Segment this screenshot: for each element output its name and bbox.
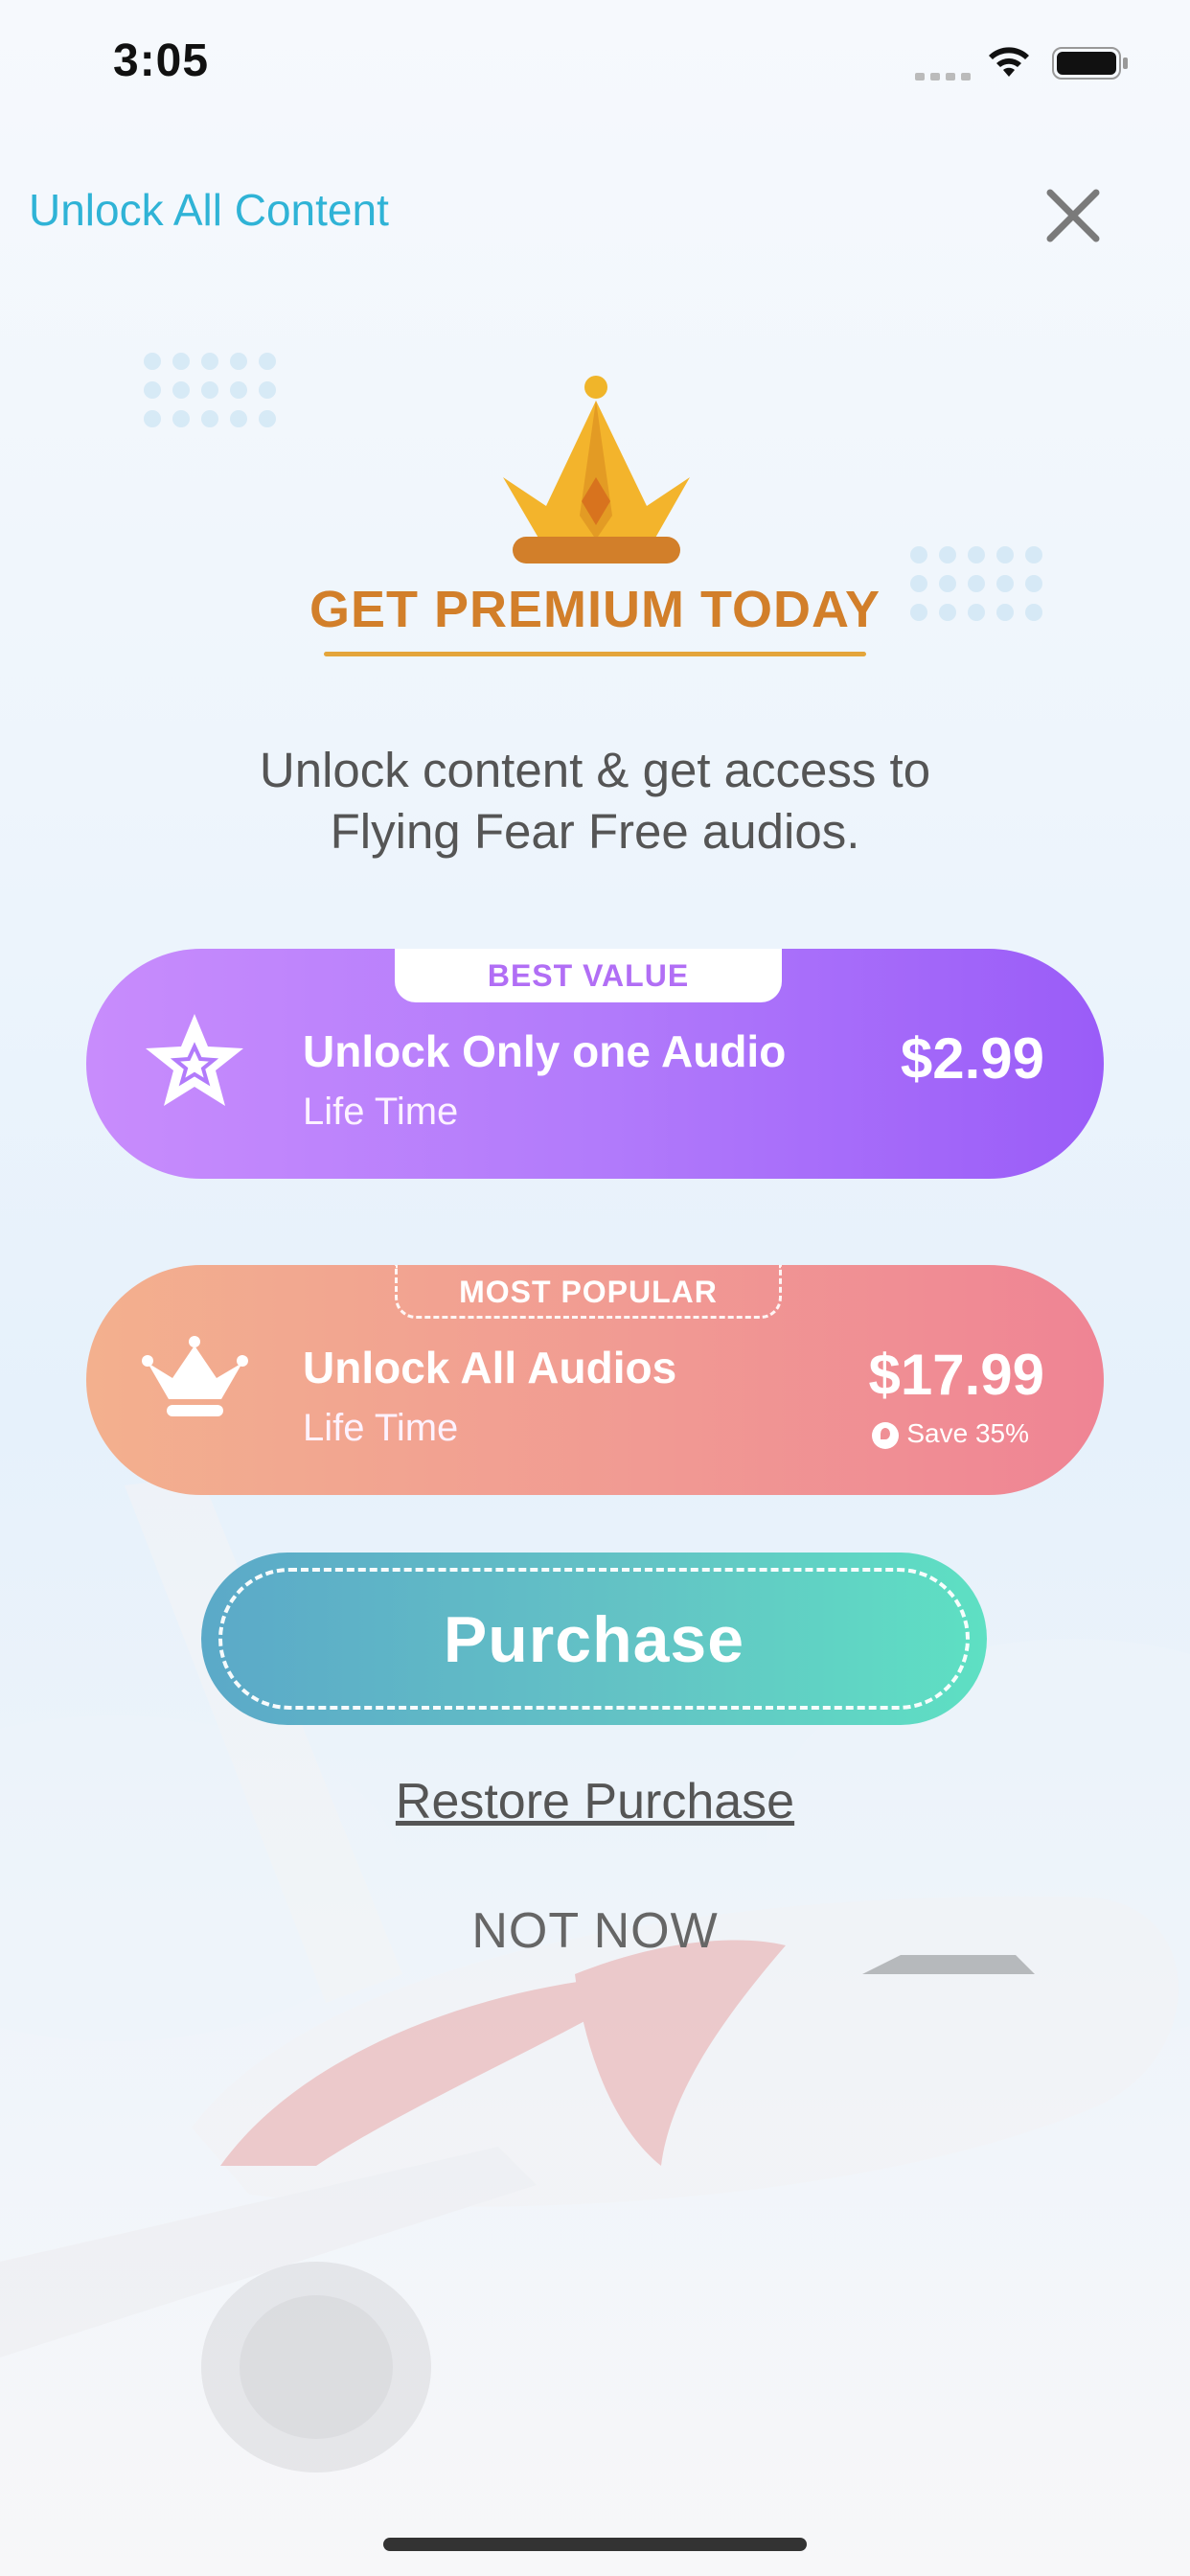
crown-icon (142, 1336, 248, 1416)
save-label: Save 35% (872, 1418, 1029, 1449)
subtitle-line-2: Flying Fear Free audios. (330, 804, 860, 859)
close-icon[interactable] (1035, 177, 1111, 254)
plan-price: $17.99 (868, 1343, 1044, 1407)
decorative-dots-left (144, 353, 276, 427)
plan-name: Unlock All Audios (303, 1343, 677, 1392)
plan-term: Life Time (303, 1407, 459, 1449)
plan-name: Unlock Only one Audio (303, 1026, 787, 1076)
subtitle: Unlock content & get access to Flying Fe… (172, 740, 1018, 862)
status-bar: 3:05 (0, 0, 1190, 134)
home-indicator (383, 2538, 807, 2551)
restore-purchase-link[interactable]: Restore Purchase (0, 1773, 1190, 1830)
plan-option-single-audio[interactable]: BEST VALUE Unlock Only one Audio Life Ti… (86, 949, 1104, 1179)
purchase-button[interactable]: Purchase (201, 1552, 987, 1725)
crown-icon (503, 376, 690, 564)
cellular-signal-icon (915, 73, 971, 80)
status-time: 3:05 (113, 35, 210, 86)
save-text: Save 35% (906, 1418, 1029, 1448)
premium-title: GET PREMIUM TODAY (309, 581, 881, 638)
plan-option-all-audios[interactable]: MOST POPULAR Unlock All Audios Life Time… (86, 1265, 1104, 1495)
plan-term: Life Time (303, 1091, 459, 1133)
discount-icon (872, 1421, 900, 1449)
purchase-button-label: Purchase (443, 1603, 745, 1676)
best-value-badge: BEST VALUE (395, 949, 782, 1002)
premium-title-underline (324, 652, 866, 656)
most-popular-badge: MOST POPULAR (395, 1265, 782, 1319)
star-icon (146, 1014, 243, 1106)
subtitle-line-1: Unlock content & get access to (259, 743, 931, 797)
wifi-icon (989, 47, 1029, 77)
battery-icon (1052, 47, 1128, 80)
decorative-dots-right (910, 546, 1042, 621)
plan-price: $2.99 (900, 1026, 1044, 1091)
header-title: Unlock All Content (29, 185, 389, 235)
not-now-button[interactable]: NOT NOW (0, 1902, 1190, 1960)
